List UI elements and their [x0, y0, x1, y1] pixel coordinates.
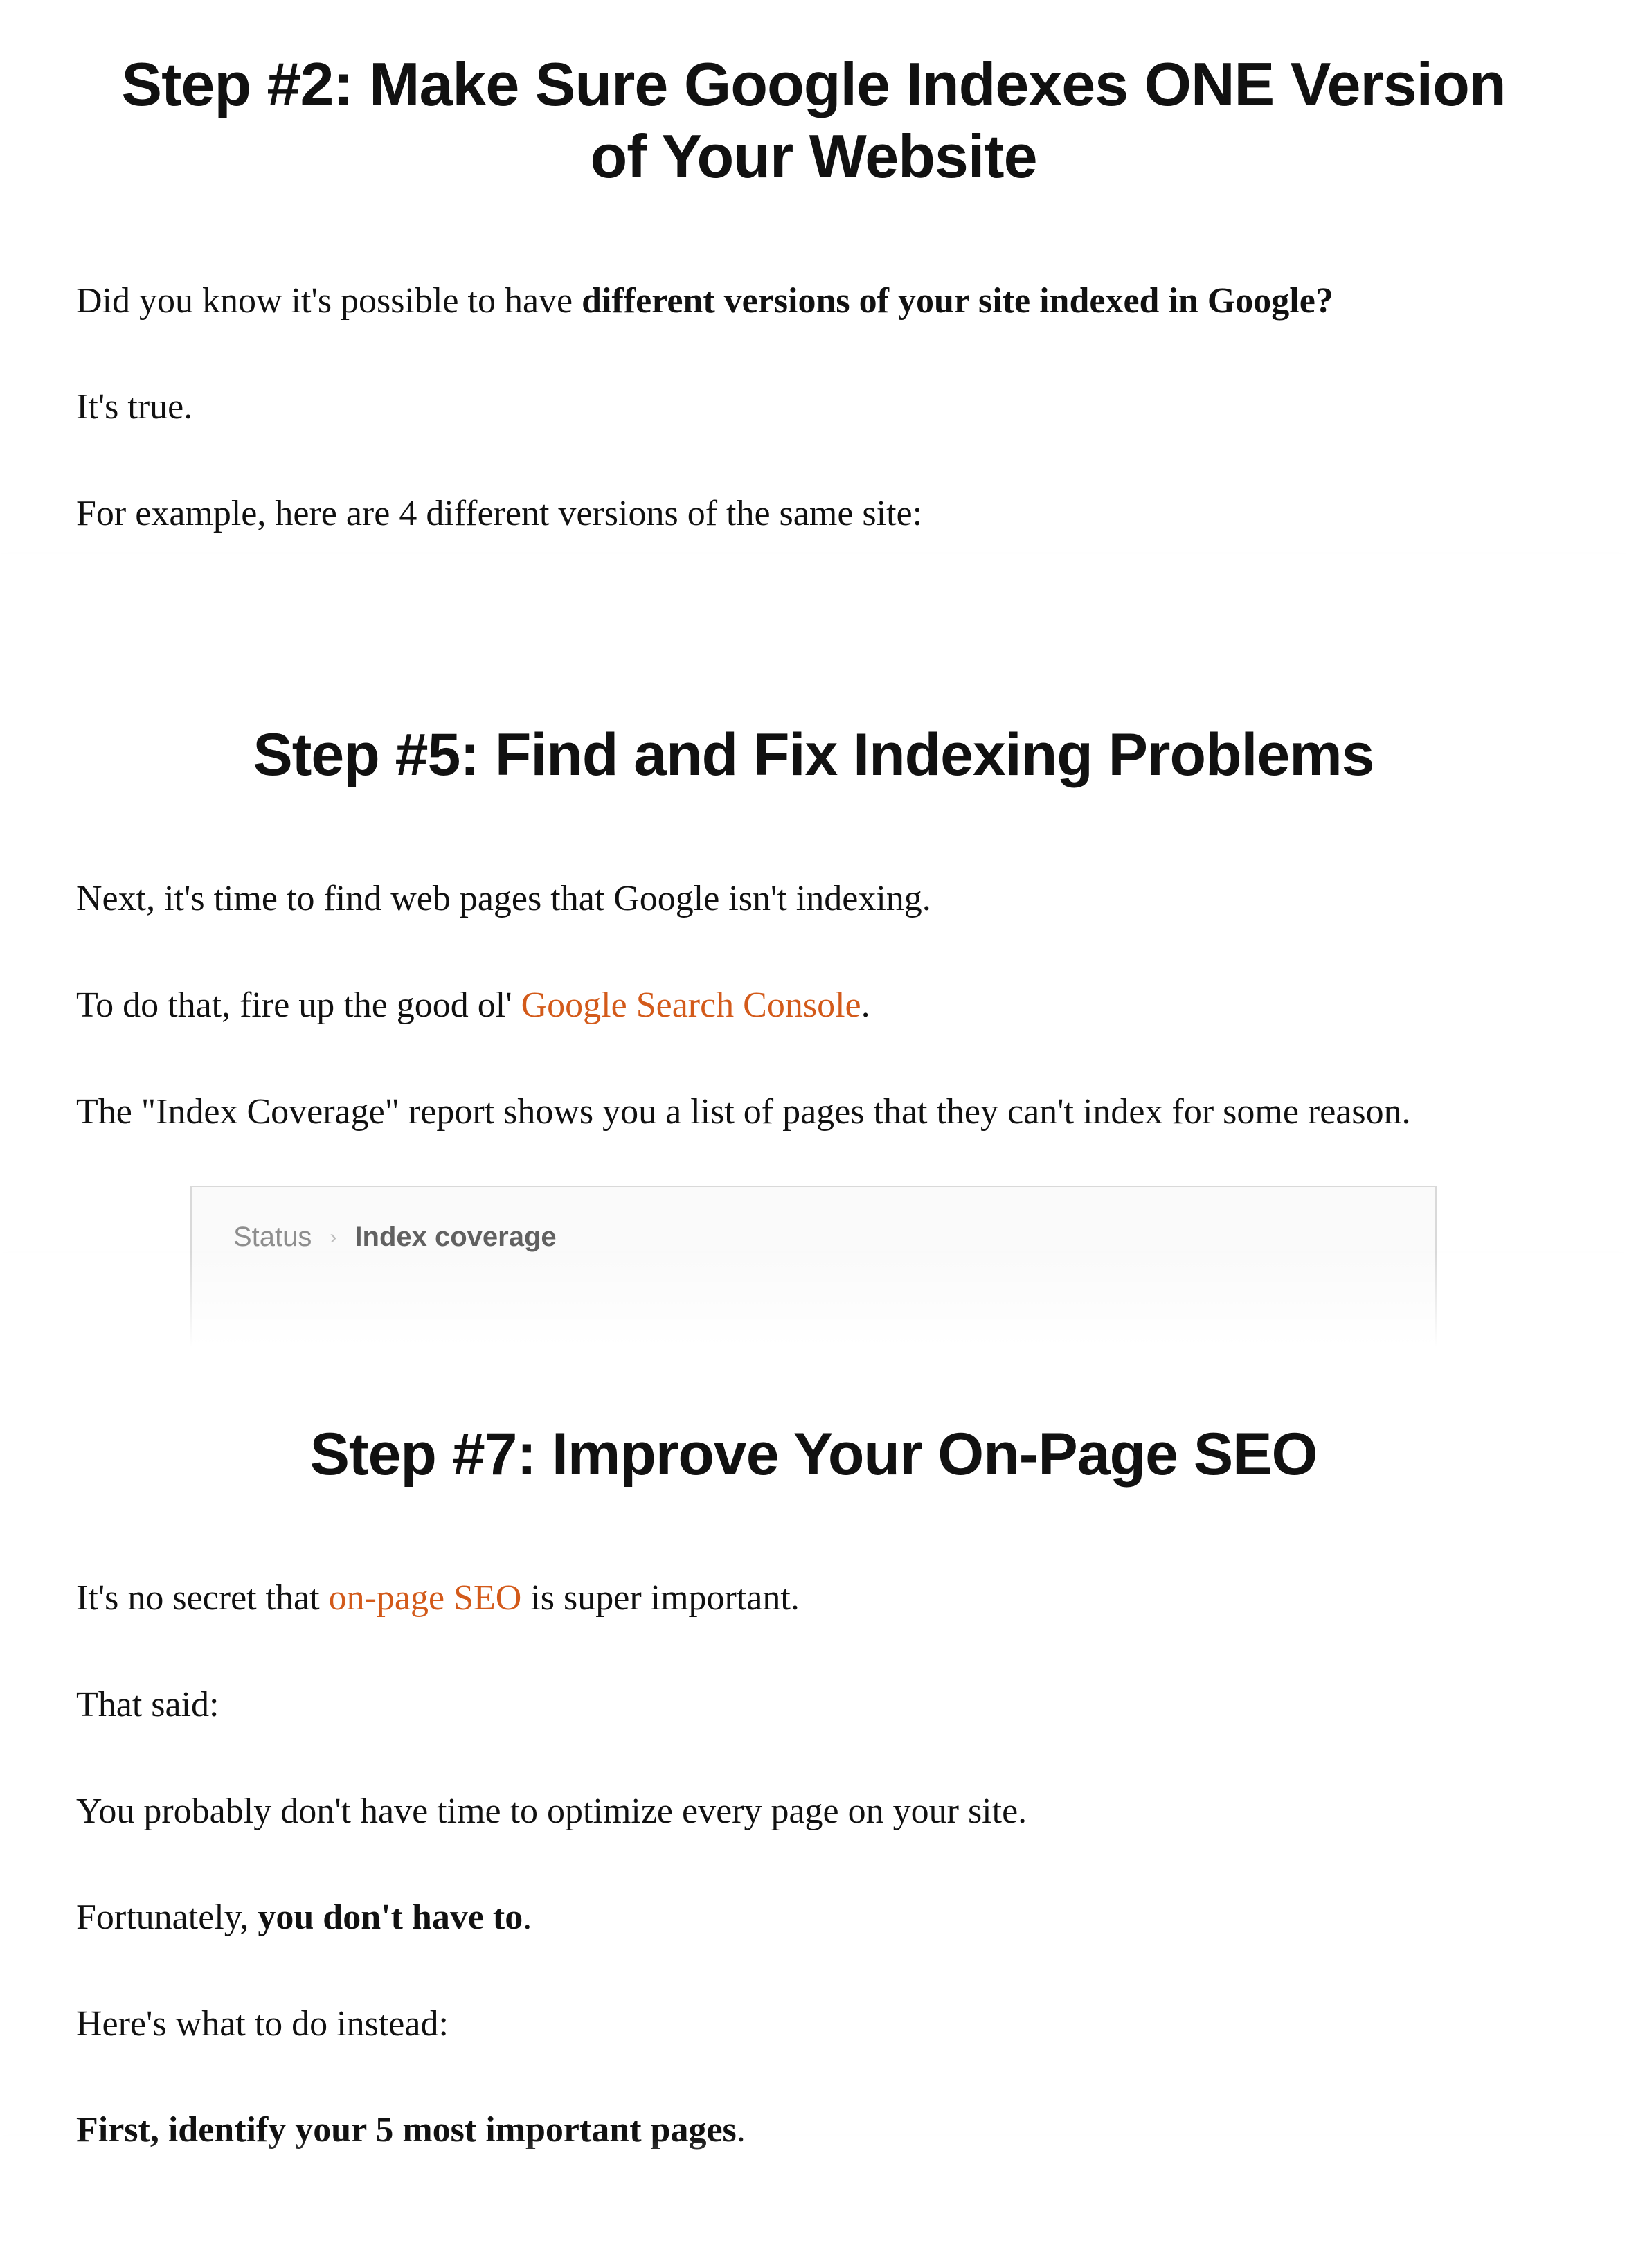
s7-paragraph-3: You probably don't have time to optimize… [76, 1779, 1551, 1844]
s5-paragraph-3: The "Index Coverage" report shows you a … [76, 1080, 1551, 1145]
s5-paragraph-2: To do that, fire up the good ol' Google … [76, 973, 1551, 1038]
chevron-right-icon: › [330, 1226, 336, 1249]
s7-p1-tail: is super important. [521, 1578, 800, 1618]
s7-paragraph-1: It's no secret that on-page SEO is super… [76, 1566, 1551, 1631]
s7-p6-bold: First, identify your 5 most important pa… [76, 2110, 737, 2150]
breadcrumb: Status › Index coverage [233, 1222, 1394, 1253]
section-step-2: Step #2: Make Sure Google Indexes ONE Ve… [0, 0, 1627, 672]
section-step-5: Step #5: Find and Fix Indexing Problems … [0, 672, 1627, 1371]
fade-overlay [0, 554, 1627, 672]
s7-paragraph-2: That said: [76, 1672, 1551, 1738]
s5-p2-tail: . [861, 985, 870, 1025]
s5-paragraph-1: Next, it's time to find web pages that G… [76, 866, 1551, 931]
heading-step-7: Step #7: Improve Your On-Page SEO [104, 1420, 1523, 1490]
link-google-search-console[interactable]: Google Search Console [521, 985, 861, 1025]
breadcrumb-status[interactable]: Status [233, 1222, 312, 1253]
s7-p4-lead: Fortunately, [76, 1898, 258, 1937]
s2-p1-bold: different versions of your site indexed … [582, 281, 1333, 321]
s7-p6-tail: . [737, 2110, 746, 2150]
s7-paragraph-4: Fortunately, you don't have to. [76, 1885, 1551, 1950]
s2-paragraph-2: It's true. [76, 375, 1551, 440]
s5-p2-lead: To do that, fire up the good ol' [76, 985, 521, 1025]
s7-p4-bold: you don't have to [258, 1898, 523, 1937]
breadcrumb-index-coverage: Index coverage [354, 1222, 556, 1253]
link-on-page-seo[interactable]: on-page SEO [329, 1578, 522, 1618]
s7-p4-tail: . [523, 1898, 532, 1937]
heading-step-2: Step #2: Make Sure Google Indexes ONE Ve… [104, 48, 1523, 193]
page-root: Step #2: Make Sure Google Indexes ONE Ve… [0, 0, 1627, 2254]
s2-paragraph-3: For example, here are 4 different versio… [76, 481, 1551, 546]
heading-step-5: Step #5: Find and Fix Indexing Problems [104, 720, 1523, 790]
s2-p1-lead: Did you know it's possible to have [76, 281, 582, 321]
index-coverage-screenshot: Status › Index coverage [190, 1186, 1437, 1365]
s7-paragraph-6: First, identify your 5 most important pa… [76, 2098, 1551, 2163]
s7-p1-lead: It's no secret that [76, 1578, 329, 1618]
s2-paragraph-1: Did you know it's possible to have diffe… [76, 269, 1551, 334]
s7-paragraph-5: Here's what to do instead: [76, 1992, 1551, 2057]
section-step-7: Step #7: Improve Your On-Page SEO It's n… [0, 1371, 1627, 2254]
